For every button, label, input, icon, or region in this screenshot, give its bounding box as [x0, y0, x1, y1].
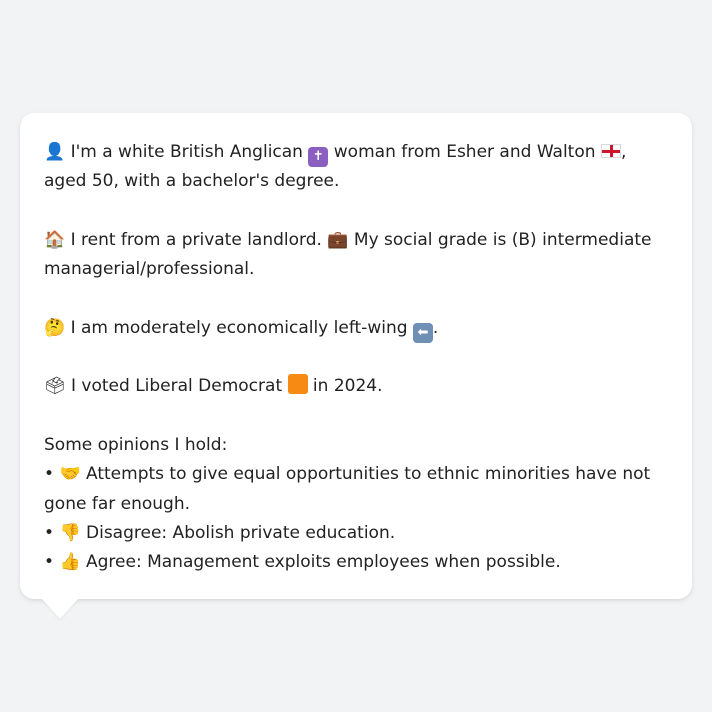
intro-text-b: woman from Esher and Walton — [333, 142, 596, 162]
opinion-item: • 👎 Disagree: Abolish private education. — [44, 519, 668, 548]
opinion-text: Agree: Management exploits employees whe… — [86, 552, 561, 573]
economics-text-a: I am moderately economically left-wing — [70, 317, 408, 338]
housing-paragraph: 🏠 I rent from a private landlord. 💼 My s… — [44, 226, 668, 285]
vote-text-a: I voted Liberal Democrat — [71, 376, 283, 397]
thumbs-down-icon: 👎 — [59, 522, 81, 543]
thinking-face-icon: 🤔 — [44, 317, 66, 338]
economics-text-b: . — [432, 317, 439, 338]
vote-paragraph: 🗳 I voted Liberal Democrat in 2024. — [44, 372, 668, 401]
bullet: • — [44, 552, 55, 573]
intro-paragraph: 👤 I'm a white British Anglican ✝ woman f… — [44, 138, 668, 197]
thumbs-up-icon: 👍 — [59, 552, 81, 573]
profile-message-bubble: 👤 I'm a white British Anglican ✝ woman f… — [20, 113, 692, 599]
bubble-tail — [41, 598, 79, 619]
person-silhouette-icon: 👤 — [44, 142, 66, 162]
opinions-heading: Some opinions I hold: — [44, 434, 228, 455]
latin-cross-icon: ✝ — [308, 147, 329, 167]
housing-text-a: I rent from a private landlord. — [70, 229, 322, 250]
orange-square-icon — [287, 374, 308, 395]
left-arrow-icon: ⬅ — [412, 322, 433, 343]
briefcase-icon: 💼 — [327, 229, 349, 250]
opinions-section: Some opinions I hold: • 🤝 Attempts to gi… — [44, 431, 668, 577]
opinion-item: • 👍 Agree: Management exploits employees… — [44, 548, 668, 577]
bullet: • — [44, 522, 55, 543]
economics-paragraph: 🤔 I am moderately economically left-wing… — [44, 314, 668, 343]
opinion-item: • 🤝 Attempts to give equal opportunities… — [44, 460, 668, 519]
england-flag-icon — [600, 144, 621, 158]
opinion-text: Disagree: Abolish private education. — [86, 522, 396, 543]
opinion-text: Attempts to give equal opportunities to … — [44, 464, 651, 514]
bullet: • — [44, 464, 55, 485]
house-icon: 🏠 — [44, 229, 66, 250]
handshake-icon: 🤝 — [59, 464, 81, 485]
vote-text-b: in 2024. — [312, 376, 383, 397]
intro-text-a: I'm a white British Anglican — [70, 142, 303, 162]
ballot-box-icon: 🗳 — [44, 376, 66, 397]
